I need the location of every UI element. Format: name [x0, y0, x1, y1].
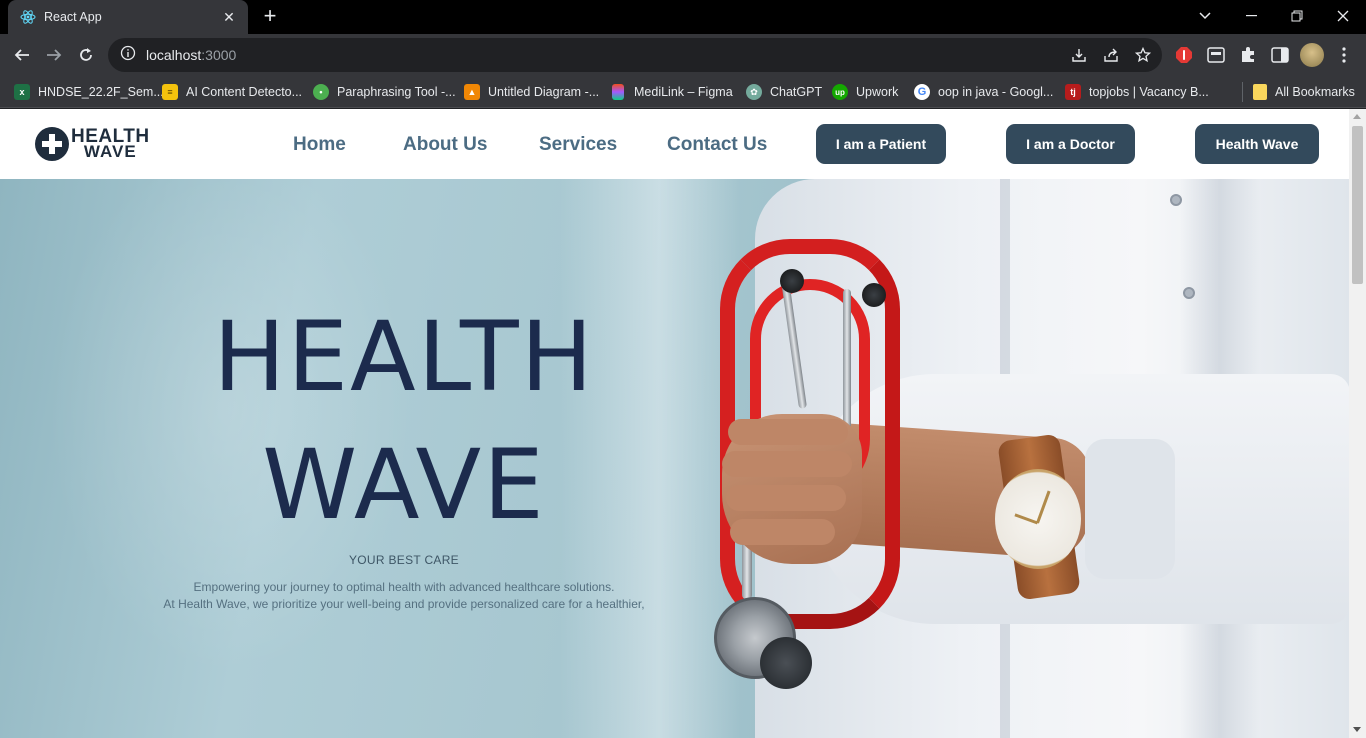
hero-tagline: YOUR BEST CARE [348, 553, 459, 567]
restore-window-button[interactable] [1274, 0, 1320, 32]
tab-title: React App [44, 10, 102, 24]
browser-toolbar: localhost:3000 [0, 34, 1366, 76]
install-app-icon[interactable] [1070, 46, 1088, 64]
excel-icon: x [14, 84, 30, 100]
stethoscope-bell [760, 637, 812, 689]
bookmark-item[interactable]: • Paraphrasing Tool -... [313, 81, 456, 103]
browser-tab[interactable]: React App ✕ [8, 0, 248, 34]
hero-title-line-2: WAVE [262, 429, 546, 541]
tab-search-icon[interactable] [1182, 0, 1228, 32]
bookmark-label: topjobs | Vacancy B... [1089, 85, 1209, 99]
bookmark-label: AI Content Detecto... [186, 85, 303, 99]
topjobs-icon: tj [1065, 84, 1081, 100]
coat-button [1170, 194, 1182, 206]
close-tab-icon[interactable]: ✕ [220, 9, 238, 26]
bookmark-item[interactable]: ▲ Untitled Diagram -... [464, 81, 599, 103]
figma-icon [612, 84, 624, 100]
bookmark-label: ChatGPT [770, 85, 823, 99]
diagram-icon: ▲ [464, 84, 480, 100]
patient-button[interactable]: I am a Patient [816, 124, 946, 164]
nav-link-about-us[interactable]: About Us [403, 134, 487, 156]
all-bookmarks-label: All Bookmarks [1275, 85, 1355, 99]
site-logo[interactable]: HEALTH WAVE [35, 127, 150, 161]
page-viewport: HEALTH WAVE Home About Us Services Conta… [0, 109, 1366, 738]
doctor-button[interactable]: I am a Doctor [1006, 124, 1135, 164]
bookmark-label: oop in java - Googl... [938, 85, 1054, 99]
bookmark-item[interactable]: ✿ ChatGPT [746, 81, 822, 103]
openai-icon: ✿ [746, 84, 762, 100]
bookmark-item[interactable]: ≡ AI Content Detecto... [162, 81, 302, 103]
url-host: localhost [146, 47, 202, 63]
site-navbar: HEALTH WAVE Home About Us Services Conta… [0, 109, 1349, 179]
bookmark-star-icon[interactable] [1134, 46, 1152, 64]
bookmark-item[interactable]: G oop in java - Googl... [914, 81, 1053, 103]
hero-section: HEALTH WAVE YOUR BEST CARE Empowering yo… [0, 179, 1349, 738]
hero-description-line-1: Empowering your journey to optimal healt… [193, 580, 615, 594]
minimize-window-button[interactable] [1228, 0, 1274, 32]
bookmark-label: Paraphrasing Tool -... [337, 85, 456, 99]
nav-link-home[interactable]: Home [293, 134, 346, 156]
robot-icon: • [313, 84, 329, 100]
bookmark-item[interactable]: up Upwork [832, 81, 898, 103]
scrollbar-thumb[interactable] [1352, 126, 1363, 284]
coat-cuff [1085, 439, 1175, 579]
all-bookmarks-button[interactable]: All Bookmarks [1253, 81, 1355, 103]
coat-button [1183, 287, 1195, 299]
extensions-puzzle-icon[interactable] [1238, 45, 1258, 65]
adblock-extension-icon[interactable] [1174, 45, 1194, 65]
medical-cross-icon [35, 127, 69, 161]
google-icon: G [914, 84, 930, 100]
stethoscope-earpiece [862, 283, 886, 307]
scroll-up-arrow-icon[interactable] [1353, 114, 1361, 119]
reload-button[interactable] [72, 41, 100, 69]
folder-icon [1253, 84, 1267, 100]
bookmark-label: MediLink – Figma [634, 85, 733, 99]
browser-tab-strip: React App ✕ + [0, 0, 1366, 34]
react-icon [20, 9, 36, 25]
bookmark-item[interactable]: x HNDSE_22.2F_Sem... [14, 81, 164, 103]
more-menu-icon[interactable] [1334, 45, 1354, 65]
address-bar[interactable]: localhost:3000 [108, 38, 1162, 72]
bookmark-label: Upwork [856, 85, 899, 99]
hero-description-line-2: At Health Wave, we prioritize your well-… [163, 597, 645, 611]
document-icon: ≡ [162, 84, 178, 100]
bookmark-label: HNDSE_22.2F_Sem... [38, 85, 164, 99]
bookmarks-divider [1242, 82, 1243, 102]
media-extension-icon[interactable] [1206, 45, 1226, 65]
close-window-button[interactable] [1320, 0, 1366, 32]
back-button[interactable] [8, 41, 36, 69]
side-panel-icon[interactable] [1270, 45, 1290, 65]
profile-avatar[interactable] [1300, 43, 1324, 67]
bookmark-label: Untitled Diagram -... [488, 85, 600, 99]
nav-link-contact-us[interactable]: Contact Us [667, 134, 767, 156]
bookmark-item[interactable]: tj topjobs | Vacancy B... [1065, 81, 1209, 103]
hero-title-line-1: HEALTH [213, 301, 595, 413]
nav-link-services[interactable]: Services [539, 134, 617, 156]
health-wave-button[interactable]: Health Wave [1195, 124, 1319, 164]
upwork-icon: up [832, 84, 848, 100]
site-info-icon[interactable] [120, 45, 136, 66]
logo-text: HEALTH WAVE [71, 127, 150, 160]
new-tab-button[interactable]: + [258, 5, 282, 29]
bookmarks-bar: x HNDSE_22.2F_Sem... ≡ AI Content Detect… [0, 76, 1366, 108]
share-icon[interactable] [1102, 46, 1120, 64]
forward-button[interactable] [40, 41, 68, 69]
bookmark-item[interactable]: MediLink – Figma [612, 81, 733, 103]
stethoscope-earpiece [780, 269, 804, 293]
scroll-down-arrow-icon[interactable] [1353, 727, 1361, 732]
page-scrollbar[interactable] [1349, 109, 1366, 738]
url-port: :3000 [201, 47, 237, 63]
